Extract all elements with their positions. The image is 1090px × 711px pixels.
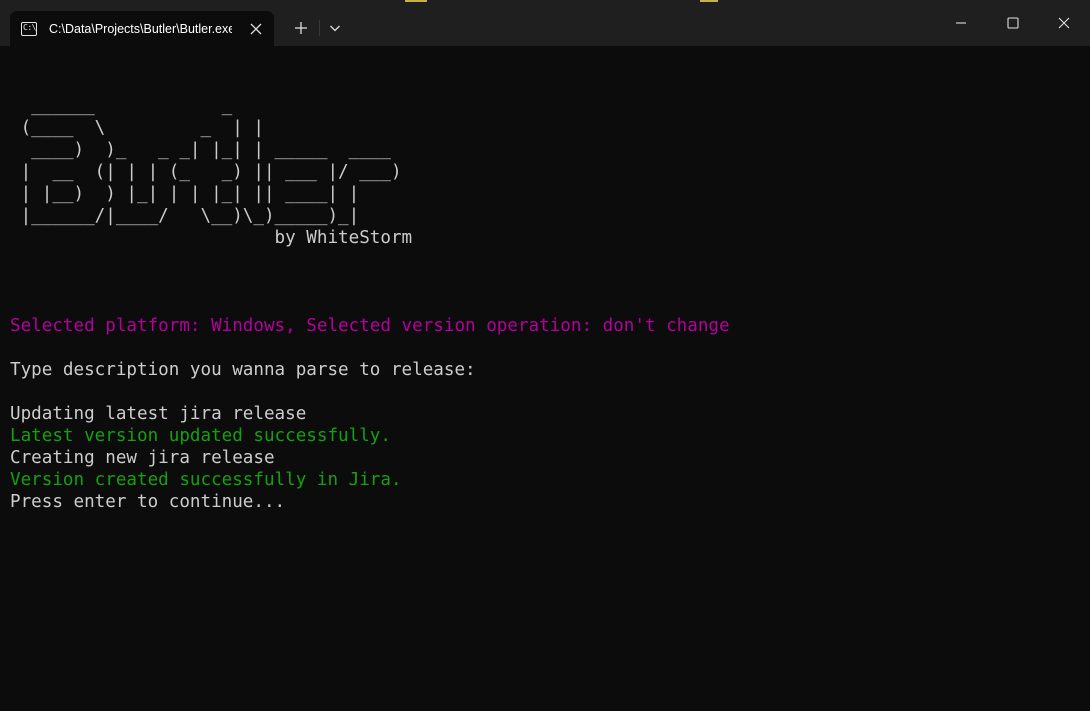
- tab-title: C:\Data\Projects\Butler\Butler.exe: [49, 21, 232, 36]
- new-tab-icon[interactable]: [286, 13, 316, 43]
- minimize-icon[interactable]: [935, 0, 987, 46]
- terminal-line: ______ _: [10, 96, 233, 116]
- terminal-line: Latest version updated successfully.: [10, 426, 391, 446]
- terminal-output[interactable]: ______ _ (____ \ _ | | ____) )_ _ _| |_|…: [10, 51, 1080, 701]
- terminal-line: ____) )_ _ _| |_| | _____ ____: [10, 140, 391, 160]
- tab-active[interactable]: C:\ C:\Data\Projects\Butler\Butler.exe: [10, 11, 274, 46]
- terminal-line: Creating new jira release: [10, 448, 275, 468]
- terminal-icon: C:\: [21, 21, 37, 36]
- terminal-line: Selected platform: Windows, Selected ver…: [10, 316, 730, 336]
- terminal-line: Version created successfully in Jira.: [10, 470, 402, 490]
- accent-mark: [700, 0, 718, 2]
- terminal-line: |______/|____/ \__)\_)_____)_|: [10, 206, 360, 226]
- maximize-icon[interactable]: [987, 0, 1039, 46]
- terminal-line: | |__) ) |_| | | |_| || ____| |: [10, 184, 360, 204]
- tab-close-icon[interactable]: [246, 19, 266, 39]
- accent-mark: [405, 0, 427, 2]
- terminal-line: (____ \ _ | |: [10, 118, 264, 138]
- terminal-line: by WhiteStorm: [10, 228, 413, 248]
- terminal-line: Type description you wanna parse to rele…: [10, 360, 476, 380]
- terminal-window: C:\ C:\Data\Projects\Butler\Butler.exe _…: [0, 0, 1090, 711]
- terminal-line: Updating latest jira release: [10, 404, 307, 424]
- terminal-line: Press enter to continue...: [10, 492, 286, 512]
- title-bar[interactable]: C:\ C:\Data\Projects\Butler\Butler.exe: [0, 0, 1090, 46]
- chevron-down-icon[interactable]: [322, 13, 348, 43]
- toolbar-divider: [319, 20, 320, 36]
- close-icon[interactable]: [1038, 0, 1090, 46]
- terminal-line: | __ (| | | (_ _) || ___ |/ ___): [10, 162, 402, 182]
